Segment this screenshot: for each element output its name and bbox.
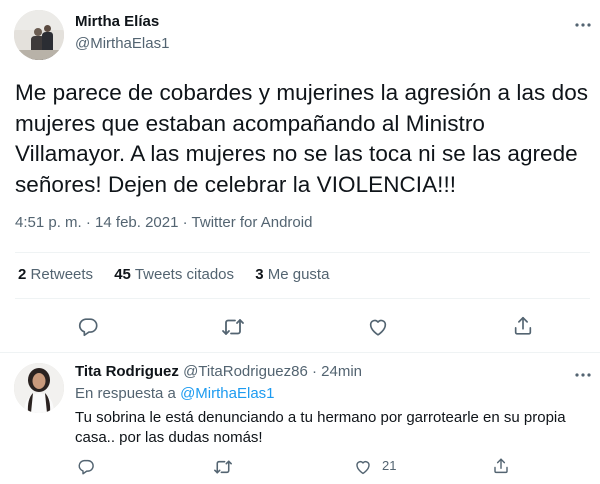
tweet-source[interactable]: Twitter for Android: [192, 214, 313, 231]
reply-author-avatar[interactable]: [14, 363, 64, 413]
tweet-text: Me parece de cobardes y mujerines la agr…: [15, 80, 589, 197]
author-name[interactable]: Mirtha Elías: [75, 13, 159, 30]
reply-text: Tu sobrina le está denunciando a tu herm…: [75, 409, 566, 446]
share-icon[interactable]: [511, 314, 535, 338]
tweet-date[interactable]: 14 feb. 2021: [95, 214, 178, 231]
reply-author-name[interactable]: Tita Rodriguez: [75, 363, 179, 380]
main-tweet: Mirtha Elías @MirthaElas1 Me parece de c…: [0, 0, 600, 352]
replying-to: En respuesta a @MirthaElas1: [75, 385, 275, 402]
replying-prefix: En respuesta a: [75, 385, 176, 402]
reply-icon[interactable]: [76, 457, 96, 477]
meta-separator: ·: [182, 214, 188, 231]
more-icon[interactable]: [572, 14, 594, 36]
tweet-metadata: 4:51 p. m. · 14 feb. 2021 · Twitter for …: [15, 214, 312, 231]
reply-header: Tita Rodriguez @TitaRodriguez86 · 24min: [75, 363, 362, 380]
reply-like-count: 21: [382, 458, 397, 473]
like-icon[interactable]: [366, 315, 390, 339]
retweets-label: Retweets: [30, 266, 94, 283]
likes-label: Me gusta: [267, 266, 330, 283]
likes-count: 3: [255, 266, 264, 283]
reply-time[interactable]: 24min: [321, 363, 362, 380]
tweet-time[interactable]: 4:51 p. m.: [15, 214, 82, 231]
divider: [15, 252, 590, 253]
divider: [15, 298, 590, 299]
quotes-stat[interactable]: 45 Tweets citados: [114, 266, 234, 283]
tweet-stats: 2 Retweets 45 Tweets citados 3 Me gusta: [18, 266, 346, 283]
share-icon[interactable]: [491, 456, 511, 476]
more-icon[interactable]: [572, 364, 594, 386]
reply-author-handle[interactable]: @TitaRodriguez86: [183, 363, 308, 380]
likes-stat[interactable]: 3 Me gusta: [255, 266, 329, 283]
replying-mention[interactable]: @MirthaElas1: [180, 385, 274, 402]
retweet-icon[interactable]: [220, 315, 246, 339]
author-handle[interactable]: @MirthaElas1: [75, 35, 169, 52]
reply-icon[interactable]: [76, 315, 100, 339]
reply-separator: [0, 352, 600, 353]
quotes-label: Tweets citados: [134, 266, 235, 283]
like-icon[interactable]: [353, 457, 373, 477]
author-avatar[interactable]: [14, 10, 64, 60]
retweets-stat[interactable]: 2 Retweets: [18, 266, 93, 283]
reply-separator-dot: ·: [311, 363, 317, 380]
meta-separator: ·: [85, 214, 91, 231]
quotes-count: 45: [114, 266, 131, 283]
retweets-count: 2: [18, 266, 27, 283]
retweet-icon[interactable]: [212, 457, 234, 477]
